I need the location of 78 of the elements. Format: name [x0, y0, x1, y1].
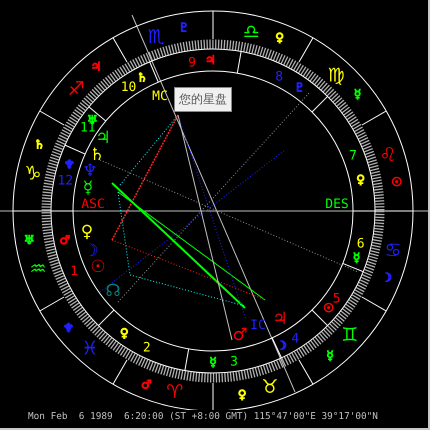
ruler-glyph: ♀	[275, 30, 284, 44]
ruler-glyph: ☿	[209, 355, 217, 369]
house-cusp	[64, 144, 86, 155]
zodiac-sign-glyph: ♎	[242, 21, 260, 44]
ruler-glyph: ♀	[356, 172, 366, 187]
ruler-glyph: ♄	[136, 70, 148, 85]
house-number: 5	[332, 292, 341, 307]
angle-label: ASC	[81, 197, 105, 212]
ruler-glyph: ☿	[326, 348, 334, 363]
house-cusp	[149, 61, 159, 83]
zodiac-sign-glyph: ♓	[81, 338, 98, 360]
zodiac-sign-glyph: ♒	[29, 258, 47, 280]
sign-divider	[12, 210, 42, 212]
house-number: 3	[230, 354, 238, 370]
ruler-glyph: ♃	[90, 59, 102, 74]
planet-glyph: ♀	[80, 222, 94, 242]
house-number: 12	[57, 174, 74, 189]
house-number: 7	[349, 148, 357, 164]
zodiac-sign-glyph: ♋	[384, 239, 402, 262]
status-text: Mon Feb 6 1989 6:20:00 (ST +8:00 GMT) 115°47'00"E 39°17'00"N	[27, 410, 379, 424]
house-cusp	[342, 262, 364, 272]
angle-label: DES	[325, 197, 349, 212]
zodiac-sign-glyph: ♉	[261, 376, 278, 398]
ruler-glyph: ☽	[276, 338, 287, 353]
ruler-glyph: ♇	[294, 80, 305, 94]
planet-glyph: ♂	[232, 325, 248, 345]
sign-divider	[212, 382, 214, 410]
house-cusp	[98, 310, 114, 326]
ruler-glyph: ♅	[24, 233, 35, 248]
zodiac-sign-glyph: ♐	[68, 78, 85, 100]
sign-divider	[361, 296, 387, 312]
sign-divider	[384, 210, 414, 212]
ruler-glyph: ♀	[120, 326, 129, 340]
zodiac-sign-glyph: ♍	[328, 64, 345, 86]
ruler-glyph: ☉	[391, 174, 402, 189]
ruler-glyph: ♂	[140, 378, 152, 392]
angle-label: IC	[250, 318, 266, 333]
house-number: 6	[356, 236, 365, 252]
zodiac-sign-glyph: ♑	[24, 162, 42, 185]
ruler-glyph: ☿	[354, 86, 362, 101]
angle-label: MC	[152, 89, 168, 104]
sign-divider	[39, 110, 65, 126]
house-cusp	[272, 337, 282, 358]
zodiac-sign-glyph: ♌	[379, 144, 397, 166]
sign-divider	[298, 359, 314, 385]
house-cusp	[184, 348, 190, 372]
house-number: 4	[291, 332, 300, 347]
planet-glyph: ☿	[82, 178, 94, 198]
ruler-glyph: ☉	[323, 301, 334, 316]
house-number: 2	[142, 340, 151, 356]
sign-divider	[212, 10, 214, 40]
ruler-glyph: ♃	[204, 53, 216, 68]
tooltip: 您的星盘	[174, 87, 232, 112]
ruler-glyph: ♂	[59, 232, 70, 247]
sign-divider	[39, 296, 65, 312]
house-number: 10	[120, 80, 136, 95]
ruler-glyph: ♇	[178, 20, 190, 34]
ruler-glyph: ☽	[381, 270, 392, 285]
zodiac-sign-glyph: ♈	[166, 380, 184, 403]
zodiac-sign-glyph: ♏	[148, 26, 165, 48]
planet-glyph: ☊	[105, 281, 121, 301]
sign-divider	[361, 110, 387, 126]
planet-glyph: ♃	[272, 309, 288, 329]
zodiac-sign-glyph: ♊	[341, 324, 358, 346]
ruler-glyph: ♀	[238, 388, 246, 402]
sign-divider	[112, 37, 128, 63]
house-number: 1	[70, 264, 78, 279]
house-number: 8	[275, 69, 284, 84]
ruler-glyph: ♆	[63, 321, 74, 336]
ruler-glyph: ♄	[34, 137, 45, 152]
sign-divider	[112, 359, 128, 385]
planet-glyph: ♃	[95, 128, 111, 148]
house-cusp	[236, 50, 242, 74]
ruler-glyph: ☿	[352, 250, 360, 265]
house-number: 9	[188, 55, 196, 70]
house-cusp	[312, 96, 328, 112]
ruler-glyph: ♆	[64, 157, 75, 172]
sign-divider	[298, 37, 314, 63]
